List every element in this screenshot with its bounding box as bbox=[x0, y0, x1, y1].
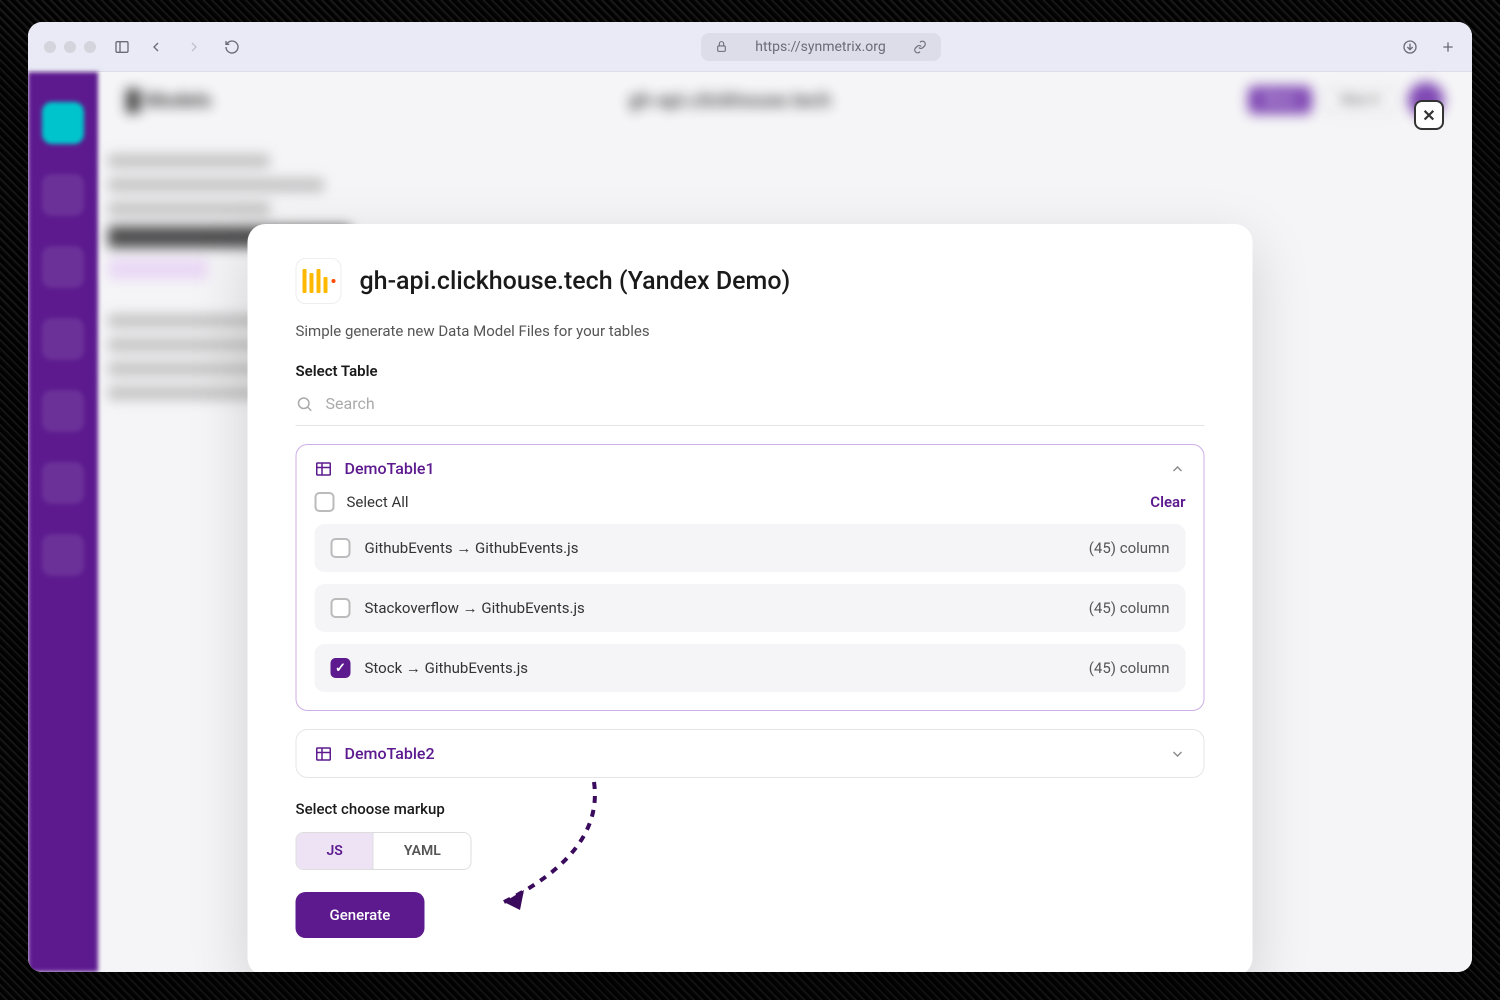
row-column-count: (45) column bbox=[1089, 599, 1170, 617]
markup-option-yaml[interactable]: YAML bbox=[373, 833, 471, 869]
generate-button[interactable]: Generate bbox=[296, 892, 425, 938]
select-all-checkbox[interactable] bbox=[315, 492, 335, 512]
table-row[interactable]: Stackoverflow → GithubEvents.js (45) col… bbox=[315, 584, 1186, 632]
table-row[interactable]: Stock → GithubEvents.js (45) column bbox=[315, 644, 1186, 692]
minimize-dot[interactable] bbox=[64, 41, 76, 53]
link-icon[interactable] bbox=[913, 40, 927, 54]
maximize-dot[interactable] bbox=[84, 41, 96, 53]
sidebar-toggle-icon[interactable] bbox=[114, 39, 130, 55]
clear-button[interactable]: Clear bbox=[1150, 493, 1185, 511]
search-input[interactable] bbox=[326, 394, 1205, 413]
table-icon bbox=[315, 460, 333, 478]
row-checkbox[interactable] bbox=[331, 658, 351, 678]
forward-icon[interactable] bbox=[186, 39, 202, 55]
close-dot[interactable] bbox=[44, 41, 56, 53]
markup-label: Select choose markup bbox=[296, 800, 1205, 818]
modal-subtitle: Simple generate new Data Model Files for… bbox=[296, 322, 1205, 340]
markup-toggle: JS YAML bbox=[296, 832, 472, 870]
row-name: GithubEvents → GithubEvents.js bbox=[365, 539, 1075, 557]
group-name: DemoTable2 bbox=[345, 744, 1158, 763]
chevron-up-icon[interactable] bbox=[1170, 461, 1186, 477]
group-name: DemoTable1 bbox=[345, 459, 1158, 478]
chevron-down-icon[interactable] bbox=[1170, 746, 1186, 762]
modal-title: gh-api.clickhouse.tech (Yandex Demo) bbox=[360, 267, 791, 296]
browser-chrome: https://synmetrix.org bbox=[28, 22, 1472, 72]
url-bar[interactable]: https://synmetrix.org bbox=[258, 33, 1384, 61]
table-row[interactable]: GithubEvents → GithubEvents.js (45) colu… bbox=[315, 524, 1186, 572]
generate-modal: gh-api.clickhouse.tech (Yandex Demo) Sim… bbox=[248, 224, 1253, 972]
new-tab-icon[interactable] bbox=[1440, 39, 1456, 55]
lock-icon bbox=[715, 40, 728, 53]
row-checkbox[interactable] bbox=[331, 598, 351, 618]
group-header[interactable]: DemoTable1 bbox=[315, 459, 1186, 478]
downloads-icon[interactable] bbox=[1402, 39, 1418, 55]
datasource-icon bbox=[296, 258, 342, 304]
select-all-label: Select All bbox=[347, 493, 1139, 511]
reload-icon[interactable] bbox=[224, 39, 240, 55]
window-controls[interactable] bbox=[44, 41, 96, 53]
table-icon bbox=[315, 745, 333, 763]
search-field[interactable] bbox=[296, 394, 1205, 426]
search-icon bbox=[296, 395, 314, 413]
row-name: Stackoverflow → GithubEvents.js bbox=[365, 599, 1075, 617]
browser-window: https://synmetrix.org █ Models gh-api.cl… bbox=[28, 22, 1472, 972]
app-sidebar bbox=[28, 72, 98, 972]
row-name: Stock → GithubEvents.js bbox=[365, 659, 1075, 677]
row-checkbox[interactable] bbox=[331, 538, 351, 558]
markup-option-js[interactable]: JS bbox=[297, 833, 373, 869]
close-button[interactable]: ✕ bbox=[1414, 100, 1444, 130]
table-group-1: DemoTable1 Select All Clear GithubEvents… bbox=[296, 444, 1205, 711]
back-icon[interactable] bbox=[148, 39, 164, 55]
table-group-2[interactable]: DemoTable2 bbox=[296, 729, 1205, 778]
select-table-label: Select Table bbox=[296, 362, 1205, 380]
page-content: █ Models gh-api.clickhouse.tech Docs New… bbox=[28, 72, 1472, 972]
row-column-count: (45) column bbox=[1089, 659, 1170, 677]
close-icon: ✕ bbox=[1422, 106, 1435, 125]
group-header[interactable]: DemoTable2 bbox=[315, 744, 1186, 763]
row-column-count: (45) column bbox=[1089, 539, 1170, 557]
url-text: https://synmetrix.org bbox=[755, 39, 885, 55]
